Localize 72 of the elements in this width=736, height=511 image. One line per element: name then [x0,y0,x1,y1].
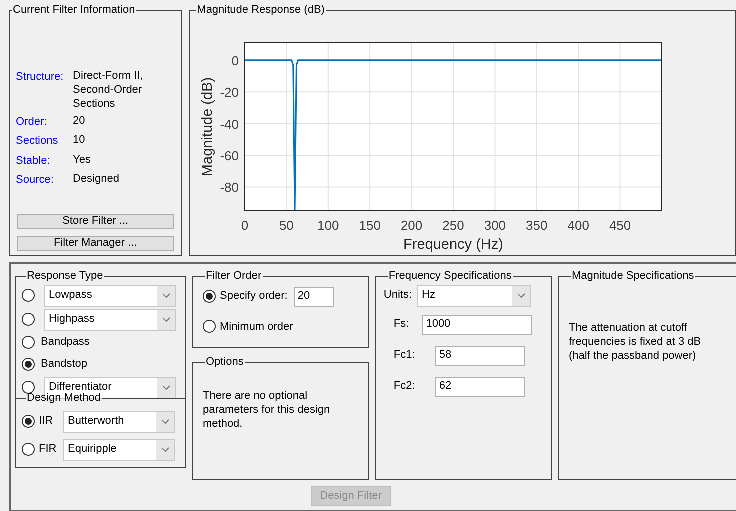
x-tick-label: 250 [442,218,464,232]
radio-label[interactable]: FIR [39,441,59,458]
dropdown[interactable]: Highpass [44,308,176,330]
info-text: There are no optional parameters for this design method. [202,388,332,430]
filter-button[interactable]: Filter Manager ... [17,236,174,251]
field-label: Fc2: [394,379,416,394]
x-tick-label: 350 [526,218,548,232]
y-tick-label: 0 [232,52,240,68]
radio-label[interactable]: IIR [39,413,59,430]
info-label: Source: [16,173,55,188]
group-title: Frequency Specifications [388,269,513,284]
dropdown[interactable]: Hz [417,284,532,306]
radio-label[interactable]: Specify order: [220,288,288,305]
input-field[interactable]: 1000 [422,314,532,334]
radio-label[interactable]: Bandpass [41,334,90,351]
radio-button[interactable] [202,290,216,303]
info-value: Designed [73,172,120,187]
y-tick-label: -80 [220,180,240,195]
x-tick-label: 400 [568,218,590,232]
info-value: Direct-Form II, Second-Order Sections [73,68,144,110]
x-tick-label: 450 [610,218,632,232]
radio-button[interactable] [22,313,35,326]
input-field[interactable]: 58 [435,346,526,366]
y-tick-label: -60 [220,148,240,164]
group-title: Magnitude Specifications [571,269,696,284]
field-label: Fc1: [394,348,416,364]
y-tick-label: -20 [220,84,240,100]
dropdown[interactable]: Equiripple [63,438,175,460]
info-label: Sections [16,134,60,149]
x-tick-label: 200 [401,218,423,232]
field-label: Units: [384,288,412,304]
radio-button[interactable] [202,320,216,334]
radio-button[interactable] [22,358,35,371]
info-value: Yes [73,152,92,168]
group-title: Response Type [26,269,104,284]
y-tick-label: -40 [220,116,240,132]
chevron-icon [157,310,175,330]
dropdown[interactable]: Lowpass [44,284,176,306]
radio-button[interactable] [22,443,35,456]
x-tick-label: 150 [359,218,382,232]
radio-label[interactable]: Bandstop [41,356,88,373]
info-value: 20 [73,114,86,128]
dropdown[interactable]: Butterworth [63,410,175,432]
chevron-icon [157,378,175,398]
info-label: Stable: [16,154,52,168]
chevron-icon [512,286,530,306]
input-field[interactable]: 20 [294,286,334,306]
y-axis-label: Magnitude (dB) [200,76,216,176]
group-title: Current Filter Information [12,3,136,18]
x-tick-label: 100 [318,218,340,232]
input-field[interactable]: 62 [435,376,526,396]
group-title: Filter Order [204,269,263,284]
chevron-icon [157,286,175,306]
info-text: The attenuation at cutoff frequencies is fixed at 3 dB (half the passband power) [569,320,702,362]
x-tick-label: 300 [484,218,506,232]
radio-button[interactable] [22,336,35,349]
group-title: Options [204,355,245,370]
chevron-icon [156,440,174,460]
x-tick-label: 0 [242,218,249,232]
x-tick-label: 50 [280,218,294,232]
info-value: 10 [73,133,86,148]
info-label: Structure: [16,70,65,84]
chevron-icon [156,412,174,432]
filter-button[interactable]: Store Filter ... [17,214,174,229]
x-axis-label: Frequency (Hz) [404,236,504,252]
info-label: Order: [16,114,48,130]
radio-button[interactable] [22,381,35,394]
radio-button[interactable] [22,289,35,302]
field-label: Fs: [394,317,410,332]
radio-button[interactable] [22,415,35,428]
radio-label[interactable]: Minimum order [220,318,294,335]
group-title: Magnitude Response (dB) [196,3,326,18]
